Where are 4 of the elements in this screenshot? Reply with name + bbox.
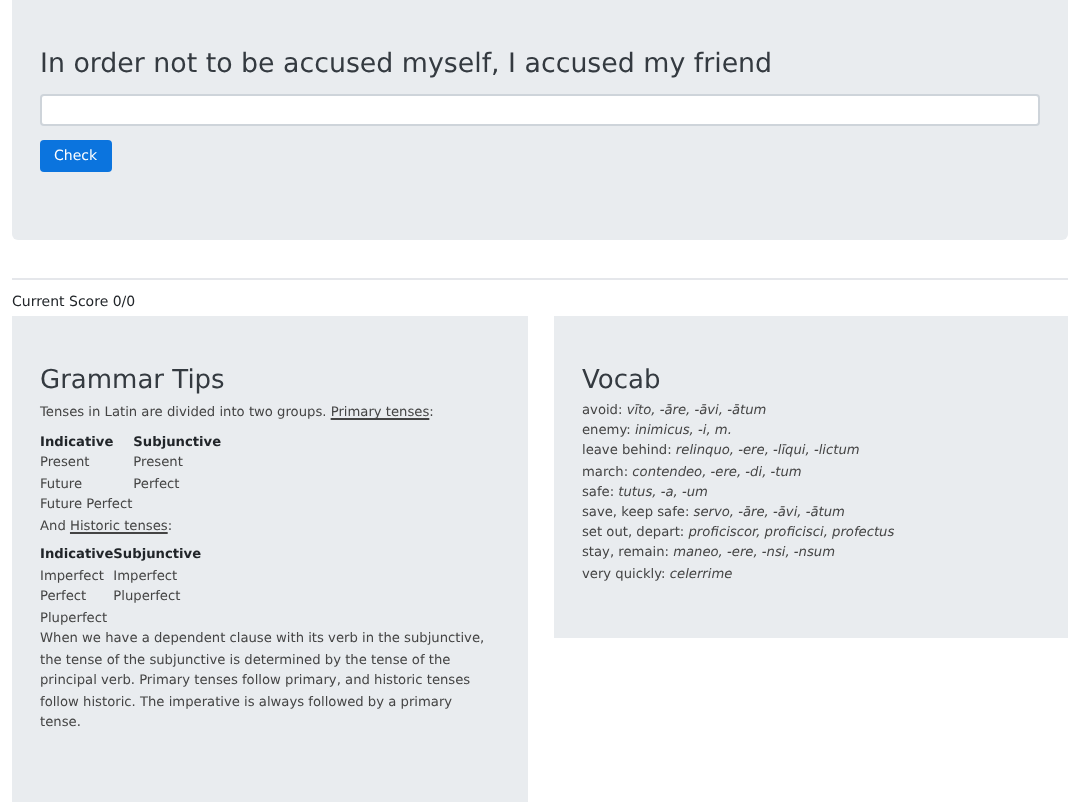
answer-field[interactable]: [40, 94, 1040, 126]
card-title: Vocab: [582, 364, 663, 398]
card-title: Grammar Tips: [40, 364, 227, 398]
exercise-prompt: In order not to be accused myself, I accused my friend: [40, 48, 775, 84]
